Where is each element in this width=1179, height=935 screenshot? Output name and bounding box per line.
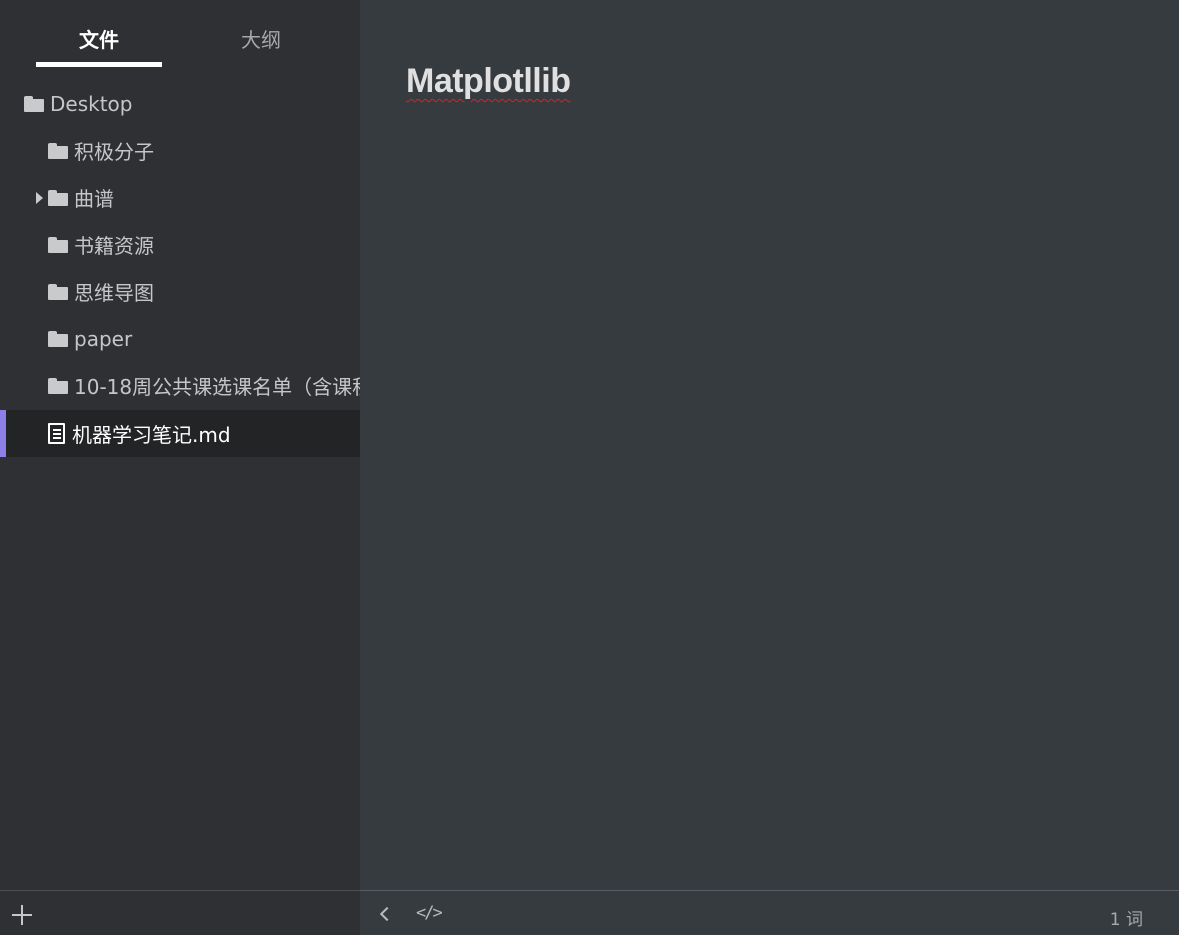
add-icon[interactable] — [12, 905, 32, 925]
tree-item-folder[interactable]: 曲谱 — [0, 174, 360, 221]
tree-item-folder[interactable]: 积极分子 — [0, 127, 360, 174]
folder-icon — [24, 95, 44, 112]
folder-icon — [48, 142, 68, 159]
sidebar-tabs: 文件 大纲 — [0, 0, 360, 70]
tab-files[interactable]: 文件 — [36, 24, 162, 53]
folder-icon — [48, 330, 68, 347]
active-tab-indicator — [36, 62, 162, 67]
sidebar: 文件 大纲 Desktop 积极分子 曲谱 书籍资源 思维导图 paper 10… — [0, 0, 360, 890]
editor-pane[interactable]: Matplotllib — [360, 0, 1179, 890]
tree-item-folder[interactable]: 10-18周公共课选课名单（含课程 — [0, 362, 360, 409]
tree-item-label: 思维导图 — [74, 281, 154, 305]
active-indicator — [0, 410, 6, 457]
word-count[interactable]: 1 词 — [1110, 905, 1143, 930]
tree-item-label: 10-18周公共课选课名单（含课程 — [74, 375, 360, 399]
tree-item-label: Desktop — [50, 91, 133, 116]
tree-item-label: paper — [74, 326, 133, 351]
tree-item-desktop[interactable]: Desktop — [0, 80, 360, 127]
tree-item-label: 书籍资源 — [74, 234, 154, 258]
folder-icon — [48, 283, 68, 300]
tree-item-folder[interactable]: 思维导图 — [0, 268, 360, 315]
sidebar-footer — [0, 890, 360, 935]
folder-icon — [48, 236, 68, 253]
tree-item-file-active[interactable]: 机器学习笔记.md — [0, 410, 360, 457]
tree-item-folder[interactable]: paper — [0, 315, 360, 362]
back-icon[interactable] — [378, 906, 392, 922]
folder-icon — [48, 189, 68, 206]
app-window: 文件 大纲 Desktop 积极分子 曲谱 书籍资源 思维导图 paper 10… — [0, 0, 1179, 935]
document-heading[interactable]: Matplotllib — [406, 62, 571, 101]
code-icon[interactable]: </> — [416, 903, 443, 923]
tree-item-label: 曲谱 — [74, 187, 114, 211]
tree-item-folder[interactable]: 书籍资源 — [0, 221, 360, 268]
tab-outline[interactable]: 大纲 — [198, 24, 324, 53]
caret-right-icon[interactable] — [36, 191, 43, 204]
file-icon — [48, 423, 65, 444]
status-bar: </> 1 词 — [360, 890, 1179, 935]
folder-icon — [48, 377, 68, 394]
tree-item-label: 积极分子 — [74, 140, 154, 164]
tree-item-label: 机器学习笔记.md — [72, 423, 231, 447]
